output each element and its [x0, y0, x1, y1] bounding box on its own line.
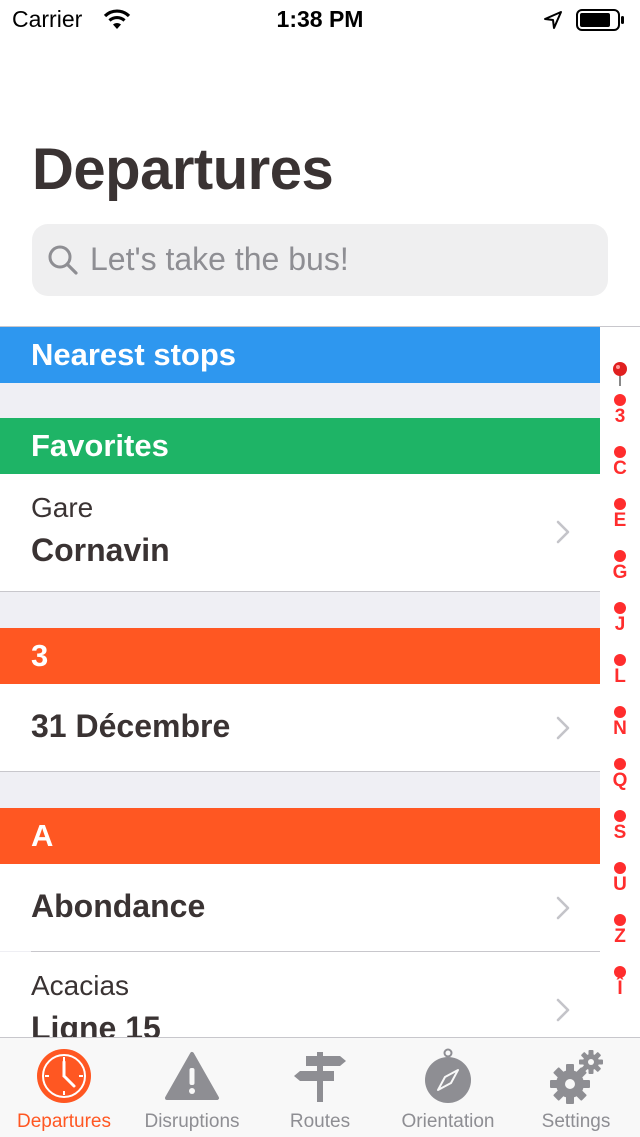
- stop-name: Cornavin: [31, 532, 170, 568]
- tab-label: Routes: [289, 1111, 351, 1132]
- section-title: Nearest stops: [31, 337, 237, 372]
- tab-disruptions[interactable]: Disruptions: [128, 1038, 256, 1137]
- warning-icon: [165, 1052, 219, 1100]
- stop-name: Ligne 15: [31, 1010, 161, 1037]
- search-input[interactable]: Let's take the bus!: [90, 241, 349, 278]
- status-bar: Carrier 1:38 PM: [0, 0, 640, 40]
- compass-icon: [425, 1048, 471, 1103]
- map-pin-icon[interactable]: [611, 361, 629, 387]
- list-item-abondance[interactable]: Abondance: [0, 864, 600, 951]
- index-dot[interactable]: [614, 446, 626, 458]
- chevron-right-icon: [556, 896, 570, 920]
- index-dot[interactable]: [614, 810, 626, 822]
- chevron-right-icon: [556, 520, 570, 544]
- section-title: 3: [31, 638, 49, 673]
- index-letter[interactable]: U: [600, 874, 640, 896]
- index-dot[interactable]: [614, 394, 626, 406]
- search-icon: [48, 245, 78, 275]
- list-item-cornavin[interactable]: Gare Cornavin: [0, 474, 600, 591]
- index-dot[interactable]: [614, 602, 626, 614]
- index-letter[interactable]: L: [600, 666, 640, 688]
- index-dot[interactable]: [614, 862, 626, 874]
- section-header-favorites: Favorites: [0, 418, 600, 474]
- index-letter[interactable]: Z: [600, 926, 640, 948]
- stop-name: Abondance: [31, 888, 206, 924]
- index-letter[interactable]: J: [600, 614, 640, 636]
- index-dot[interactable]: [614, 966, 626, 978]
- section-title: A: [31, 818, 54, 853]
- chevron-right-icon: [556, 998, 570, 1022]
- divider: [0, 591, 600, 592]
- section-header-3: 3: [0, 628, 600, 684]
- section-index[interactable]: 3 C E G J L N Q S U Z Î: [600, 327, 640, 1037]
- tab-settings[interactable]: Settings: [512, 1038, 640, 1137]
- stops-list[interactable]: Nearest stops Favorites Gare Cornavin 3 …: [0, 327, 600, 1037]
- tab-label: Departures: [17, 1111, 111, 1132]
- battery-icon: [576, 9, 624, 31]
- index-dot[interactable]: [614, 550, 626, 562]
- tab-routes[interactable]: Routes: [256, 1038, 384, 1137]
- tab-orientation[interactable]: Orientation: [384, 1038, 512, 1137]
- stop-subtitle: Gare: [31, 492, 94, 523]
- index-dot[interactable]: [614, 706, 626, 718]
- stop-name: 31 Décembre: [31, 708, 231, 744]
- stop-subtitle: Acacias: [31, 970, 130, 1001]
- section-header-nearest[interactable]: Nearest stops: [0, 327, 600, 383]
- index-dot[interactable]: [614, 914, 626, 926]
- index-dot[interactable]: [614, 758, 626, 770]
- tab-label: Settings: [541, 1111, 611, 1132]
- list-item-acacias[interactable]: Acacias Ligne 15: [0, 952, 600, 1037]
- section-title: Favorites: [31, 428, 169, 463]
- clock-icon: [37, 1049, 91, 1103]
- index-letter[interactable]: G: [600, 562, 640, 584]
- divider: [0, 771, 600, 772]
- section-header-a: A: [0, 808, 600, 864]
- list-item-31-decembre[interactable]: 31 Décembre: [0, 684, 600, 771]
- signpost-icon: [294, 1052, 346, 1102]
- gears-icon: [550, 1050, 603, 1104]
- index-letter[interactable]: S: [600, 822, 640, 844]
- page-title: Departures: [32, 137, 334, 202]
- index-letter[interactable]: E: [600, 510, 640, 532]
- tab-label: Orientation: [401, 1111, 495, 1132]
- index-dot[interactable]: [614, 654, 626, 666]
- search-bar[interactable]: Let's take the bus!: [32, 224, 608, 296]
- index-letter[interactable]: Î: [600, 978, 640, 1000]
- index-letter[interactable]: 3: [600, 406, 640, 428]
- index-letter[interactable]: C: [600, 458, 640, 480]
- index-dot[interactable]: [614, 498, 626, 510]
- tab-bar: Departures Disruptions Routes Orientatio…: [0, 1037, 640, 1137]
- tab-departures[interactable]: Departures: [0, 1038, 128, 1137]
- chevron-right-icon: [556, 716, 570, 740]
- location-arrow-icon: [544, 11, 562, 29]
- tab-label: Disruptions: [144, 1111, 240, 1132]
- index-letter[interactable]: N: [600, 718, 640, 740]
- index-letter[interactable]: Q: [600, 770, 640, 792]
